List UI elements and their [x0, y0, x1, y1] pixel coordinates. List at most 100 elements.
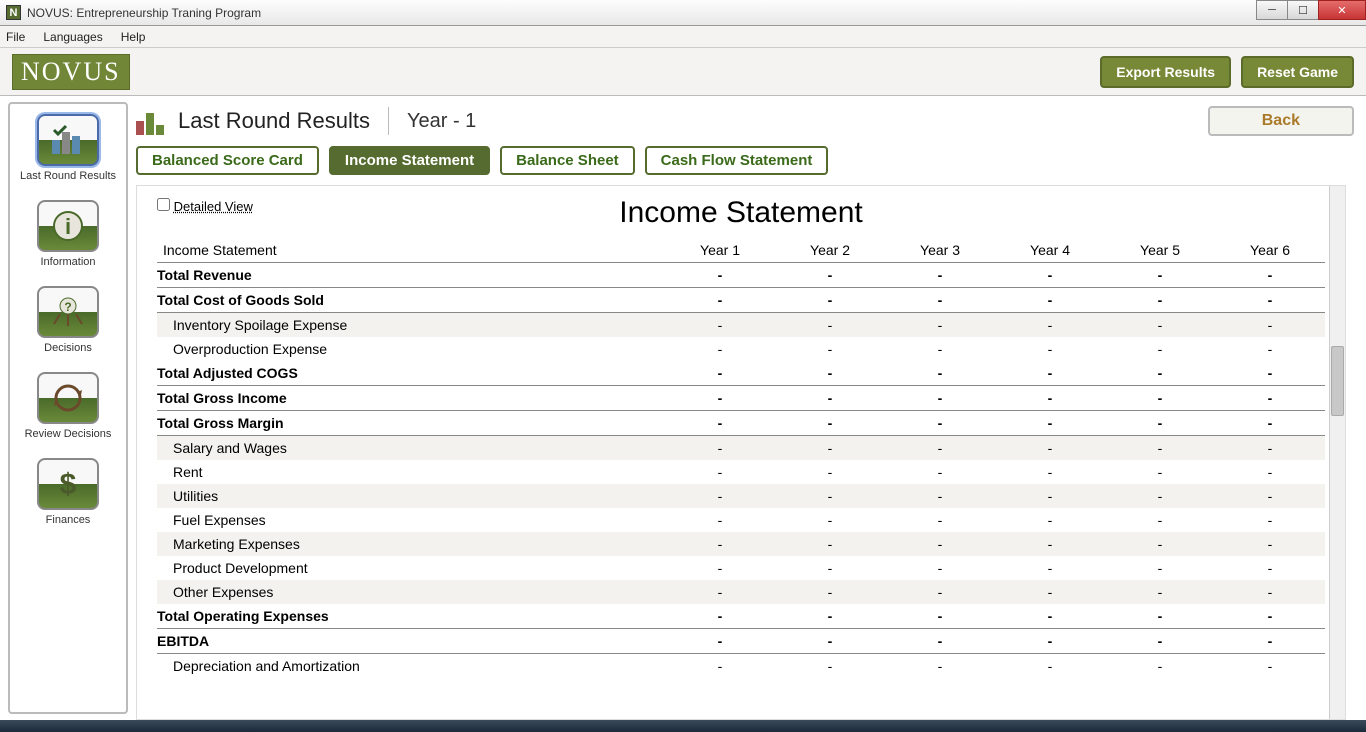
scrollbar[interactable]: [1329, 186, 1345, 719]
sidebar-item-review-decisions[interactable]: Review Decisions: [10, 372, 126, 440]
tab-balance-sheet[interactable]: Balance Sheet: [500, 146, 635, 175]
sidebar: Last Round Results iInformation ?Decisions…: [8, 102, 128, 714]
row-label: Total Revenue: [157, 263, 665, 288]
page-header: Last Round Results Year - 1 Back: [136, 102, 1354, 146]
row-label: Total Gross Income: [157, 386, 665, 411]
cell-value: -: [775, 629, 885, 654]
row-label: Total Adjusted COGS: [157, 361, 665, 386]
bars-check-icon: [37, 114, 99, 166]
cell-value: -: [1105, 288, 1215, 313]
cell-value: -: [995, 313, 1105, 338]
cell-value: -: [1215, 386, 1325, 411]
cell-value: -: [1215, 411, 1325, 436]
cell-value: -: [1105, 556, 1215, 580]
row-label: Rent: [157, 460, 665, 484]
cell-value: -: [1215, 556, 1325, 580]
cell-value: -: [775, 580, 885, 604]
maximize-button[interactable]: ☐: [1287, 0, 1319, 20]
cell-value: -: [1105, 411, 1215, 436]
cell-value: -: [665, 386, 775, 411]
table-row: Total Gross Margin------: [157, 411, 1325, 436]
menu-bar: File Languages Help: [0, 26, 1366, 48]
svg-text:?: ?: [64, 300, 71, 314]
cell-value: -: [1215, 654, 1325, 679]
table-row: Total Cost of Goods Sold------: [157, 288, 1325, 313]
cell-value: -: [1215, 288, 1325, 313]
minimize-button[interactable]: ─: [1256, 0, 1288, 20]
cell-value: -: [995, 556, 1105, 580]
scrollbar-thumb[interactable]: [1331, 346, 1344, 416]
cell-value: -: [885, 386, 995, 411]
row-label: Utilities: [157, 484, 665, 508]
cell-value: -: [995, 654, 1105, 679]
cell-value: -: [1215, 263, 1325, 288]
detailed-view-label[interactable]: Detailed View: [174, 199, 253, 214]
reset-game-button[interactable]: Reset Game: [1241, 56, 1354, 88]
cell-value: -: [665, 313, 775, 338]
row-label: Total Gross Margin: [157, 411, 665, 436]
sidebar-item-decisions[interactable]: ?Decisions: [10, 286, 126, 354]
cell-value: -: [775, 288, 885, 313]
window-title: NOVUS: Entrepreneurship Traning Program: [27, 6, 261, 20]
cell-value: -: [1215, 484, 1325, 508]
cell-value: -: [665, 263, 775, 288]
sidebar-item-label: Information: [40, 256, 95, 268]
table-row: EBITDA------: [157, 629, 1325, 654]
cell-value: -: [775, 484, 885, 508]
sidebar-item-finances[interactable]: $ Finances: [10, 458, 126, 526]
cell-value: -: [775, 460, 885, 484]
cell-value: -: [775, 508, 885, 532]
detailed-view-checkbox[interactable]: [157, 198, 170, 211]
cell-value: -: [885, 460, 995, 484]
row-label: Total Cost of Goods Sold: [157, 288, 665, 313]
cell-value: -: [995, 288, 1105, 313]
cell-value: -: [1215, 532, 1325, 556]
svg-text:$: $: [60, 468, 77, 501]
dollar-icon: $: [37, 458, 99, 510]
close-button[interactable]: ✕: [1318, 0, 1366, 20]
tab-cash-flow-statement[interactable]: Cash Flow Statement: [645, 146, 829, 175]
page-year: Year - 1: [407, 110, 476, 133]
sidebar-item-information[interactable]: iInformation: [10, 200, 126, 268]
tab-income-statement[interactable]: Income Statement: [329, 146, 490, 175]
cell-value: -: [1105, 580, 1215, 604]
column-header-year: Year 4: [995, 238, 1105, 263]
cell-value: -: [665, 411, 775, 436]
menu-languages[interactable]: Languages: [43, 30, 102, 44]
cell-value: -: [995, 460, 1105, 484]
tab-bar: Balanced Score Card Income Statement Balan…: [136, 146, 1354, 175]
back-button[interactable]: Back: [1208, 106, 1354, 136]
column-header-year: Year 6: [1215, 238, 1325, 263]
cell-value: -: [1105, 313, 1215, 338]
cell-value: -: [1215, 337, 1325, 361]
cell-value: -: [995, 386, 1105, 411]
tab-balanced-score-card[interactable]: Balanced Score Card: [136, 146, 319, 175]
sidebar-item-last-round-results[interactable]: Last Round Results: [10, 114, 126, 182]
cell-value: -: [885, 556, 995, 580]
row-label: Total Operating Expenses: [157, 604, 665, 629]
row-label: Product Development: [157, 556, 665, 580]
cell-value: -: [1105, 654, 1215, 679]
cell-value: -: [665, 361, 775, 386]
row-label: Depreciation and Amortization: [157, 654, 665, 679]
cell-value: -: [1215, 508, 1325, 532]
cell-value: -: [1215, 580, 1325, 604]
page-title: Last Round Results: [178, 108, 370, 134]
table-row: Overproduction Expense------: [157, 337, 1325, 361]
cell-value: -: [885, 508, 995, 532]
cell-value: -: [665, 436, 775, 461]
table-row: Rent------: [157, 460, 1325, 484]
cell-value: -: [1105, 263, 1215, 288]
export-results-button[interactable]: Export Results: [1100, 56, 1231, 88]
menu-file[interactable]: File: [6, 30, 25, 44]
cell-value: -: [1105, 604, 1215, 629]
menu-help[interactable]: Help: [121, 30, 146, 44]
cell-value: -: [665, 532, 775, 556]
table-row: Inventory Spoilage Expense------: [157, 313, 1325, 338]
sidebar-item-label: Finances: [46, 514, 91, 526]
app-icon: N: [6, 5, 21, 20]
row-label: EBITDA: [157, 629, 665, 654]
cell-value: -: [775, 556, 885, 580]
cell-value: -: [885, 337, 995, 361]
cell-value: -: [885, 484, 995, 508]
